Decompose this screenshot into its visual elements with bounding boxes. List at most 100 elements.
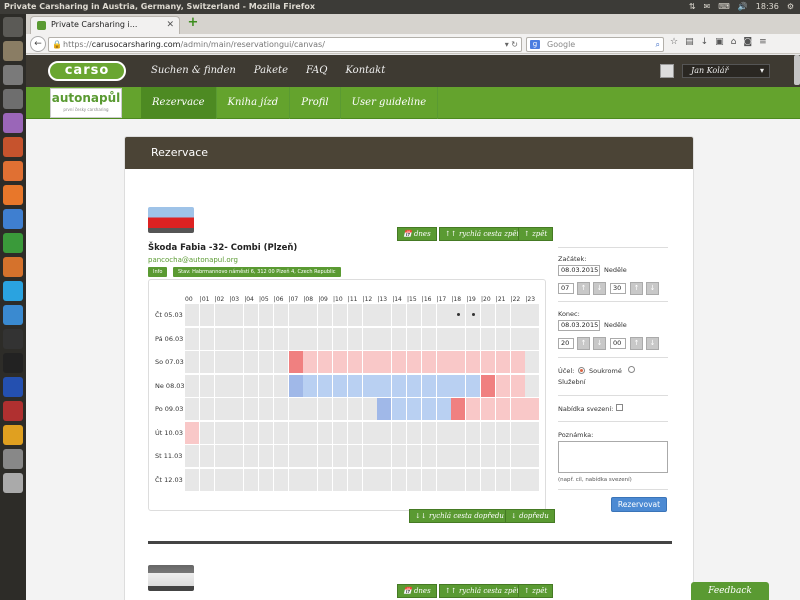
- calendar-slot[interactable]: [495, 421, 510, 444]
- calendar-slot[interactable]: [481, 445, 495, 467]
- calendar-slot[interactable]: [288, 304, 303, 326]
- calendar-slot[interactable]: [377, 468, 392, 491]
- calendar-slot[interactable]: [510, 351, 525, 373]
- calendar-slot[interactable]: [303, 421, 318, 444]
- calendar-slot[interactable]: [259, 445, 273, 467]
- calendar-slot[interactable]: [303, 398, 318, 420]
- calendar-slot[interactable]: [318, 468, 333, 491]
- calendar-slot[interactable]: [481, 421, 495, 444]
- calendar-slot[interactable]: [436, 374, 451, 397]
- launcher-app-icon[interactable]: [3, 65, 23, 85]
- calendar-slot[interactable]: [525, 351, 540, 373]
- calendar-slot[interactable]: [185, 468, 199, 491]
- calendar-slot[interactable]: [421, 374, 436, 397]
- launcher-firefox-icon[interactable]: [3, 185, 23, 205]
- end-hour-input[interactable]: 20: [558, 338, 574, 349]
- nav-item-contact[interactable]: Kontakt: [345, 55, 385, 87]
- calendar-slot[interactable]: [229, 374, 244, 397]
- reserve-button[interactable]: Rezervovat: [611, 497, 667, 512]
- calendar-slot[interactable]: [481, 374, 495, 397]
- launcher-software-center-icon[interactable]: [3, 161, 23, 181]
- menu-icon[interactable]: ≡: [759, 37, 767, 47]
- calendar-slot[interactable]: [362, 445, 377, 467]
- end-hour-down-button[interactable]: ↓: [593, 337, 606, 350]
- calendar-slot[interactable]: [525, 468, 540, 491]
- forward-button[interactable]: ↓ dopředu: [505, 509, 555, 523]
- calendar-slot[interactable]: [214, 351, 229, 373]
- new-tab-icon[interactable]: +: [186, 16, 200, 30]
- calendar-slot[interactable]: [214, 421, 229, 444]
- calendar-slot[interactable]: [421, 398, 436, 420]
- offer-ride-checkbox[interactable]: [616, 404, 623, 411]
- calendar-slot[interactable]: [495, 398, 510, 420]
- end-hour-up-button[interactable]: ↑: [577, 337, 590, 350]
- calendar-slot[interactable]: [451, 398, 466, 420]
- calendar-slot[interactable]: [347, 398, 362, 420]
- url-bar[interactable]: 🔒 https://carusocarsharing.com/admin/mai…: [48, 37, 522, 52]
- calendar-slot[interactable]: [185, 374, 199, 397]
- calendar-slot[interactable]: [244, 468, 259, 491]
- calendar-slot[interactable]: [229, 351, 244, 373]
- calendar-slot[interactable]: [510, 327, 525, 350]
- calendar-slot[interactable]: [229, 468, 244, 491]
- feedback-button[interactable]: Feedback: [691, 582, 769, 600]
- launcher-impress-icon[interactable]: [3, 257, 23, 277]
- calendar-slot[interactable]: [185, 304, 199, 326]
- calendar-slot[interactable]: [525, 398, 540, 420]
- calendar-slot[interactable]: [273, 374, 288, 397]
- purpose-private-radio[interactable]: [578, 367, 585, 374]
- calendar-slot[interactable]: [347, 421, 362, 444]
- calendar-slot[interactable]: [333, 327, 347, 350]
- calendar-slot[interactable]: [377, 374, 392, 397]
- car-photo[interactable]: [148, 565, 194, 591]
- calendar-slot[interactable]: [273, 421, 288, 444]
- calendar-slot[interactable]: [510, 374, 525, 397]
- calendar-slot[interactable]: [229, 398, 244, 420]
- calendar-slot[interactable]: [303, 304, 318, 326]
- calendar-slot[interactable]: [318, 421, 333, 444]
- fast-back-button[interactable]: ↑↑ rychlá cesta zpět: [439, 584, 526, 598]
- calendar-slot[interactable]: [407, 327, 421, 350]
- download-icon[interactable]: ↓: [701, 37, 709, 47]
- calendar-slot[interactable]: [303, 327, 318, 350]
- volume-icon[interactable]: 🔊: [738, 0, 748, 14]
- start-hour-down-button[interactable]: ↓: [593, 282, 606, 295]
- home-icon[interactable]: ⌂: [731, 37, 737, 47]
- calendar-slot[interactable]: [392, 421, 407, 444]
- calendar-slot[interactable]: [347, 327, 362, 350]
- calendar-slot[interactable]: [318, 327, 333, 350]
- calendar-slot[interactable]: [525, 304, 540, 326]
- calendar-slot[interactable]: [214, 304, 229, 326]
- calendar-slot[interactable]: [199, 327, 214, 350]
- calendar-slot[interactable]: [333, 304, 347, 326]
- calendar-slot[interactable]: [288, 374, 303, 397]
- calendar-slot[interactable]: [495, 351, 510, 373]
- calendar-slot[interactable]: [214, 398, 229, 420]
- partner-logo[interactable]: autonapůl první česky carsharing: [50, 88, 122, 118]
- launcher-app-icon[interactable]: [3, 449, 23, 469]
- calendar-slot[interactable]: [451, 468, 466, 491]
- calendar-slot[interactable]: [244, 374, 259, 397]
- calendar-slot[interactable]: [525, 421, 540, 444]
- calendar-slot[interactable]: [466, 327, 481, 350]
- calendar-slot[interactable]: [333, 374, 347, 397]
- calendar-slot[interactable]: [525, 327, 540, 350]
- calendar-slot[interactable]: [407, 445, 421, 467]
- tab-user-guideline[interactable]: User guideline: [341, 87, 439, 119]
- start-hour-up-button[interactable]: ↑: [577, 282, 590, 295]
- calendar-slot[interactable]: [407, 468, 421, 491]
- calendar-slot[interactable]: [421, 351, 436, 373]
- calendar-slot[interactable]: [510, 304, 525, 326]
- calendar-slot[interactable]: [362, 468, 377, 491]
- nav-item-search[interactable]: Suchen & finden: [151, 55, 236, 87]
- calendar-slot[interactable]: [421, 421, 436, 444]
- calendar-slot[interactable]: [436, 421, 451, 444]
- calendar-slot[interactable]: [273, 304, 288, 326]
- power-icon[interactable]: ⚙: [787, 0, 794, 14]
- calendar-slot[interactable]: [466, 468, 481, 491]
- addon-icon[interactable]: ▣: [715, 37, 724, 47]
- calendar-slot[interactable]: [303, 351, 318, 373]
- calendar-slot[interactable]: [259, 304, 273, 326]
- calendar-slot[interactable]: [273, 468, 288, 491]
- calendar-slot[interactable]: [214, 374, 229, 397]
